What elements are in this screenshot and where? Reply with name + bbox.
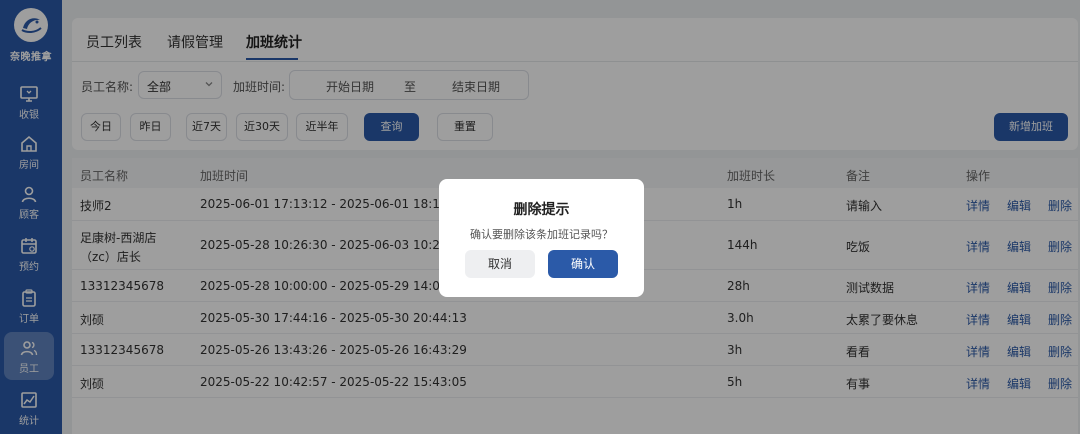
confirm-button[interactable]: 确认 (548, 250, 618, 278)
dialog-title: 删除提示 (513, 202, 570, 218)
cancel-button[interactable]: 取消 (465, 250, 535, 278)
dialog-message: 确认要删除该条加班记录吗？ (470, 228, 613, 241)
delete-confirm-dialog: 删除提示 确认要删除该条加班记录吗？ 取消 确认 (439, 179, 644, 297)
